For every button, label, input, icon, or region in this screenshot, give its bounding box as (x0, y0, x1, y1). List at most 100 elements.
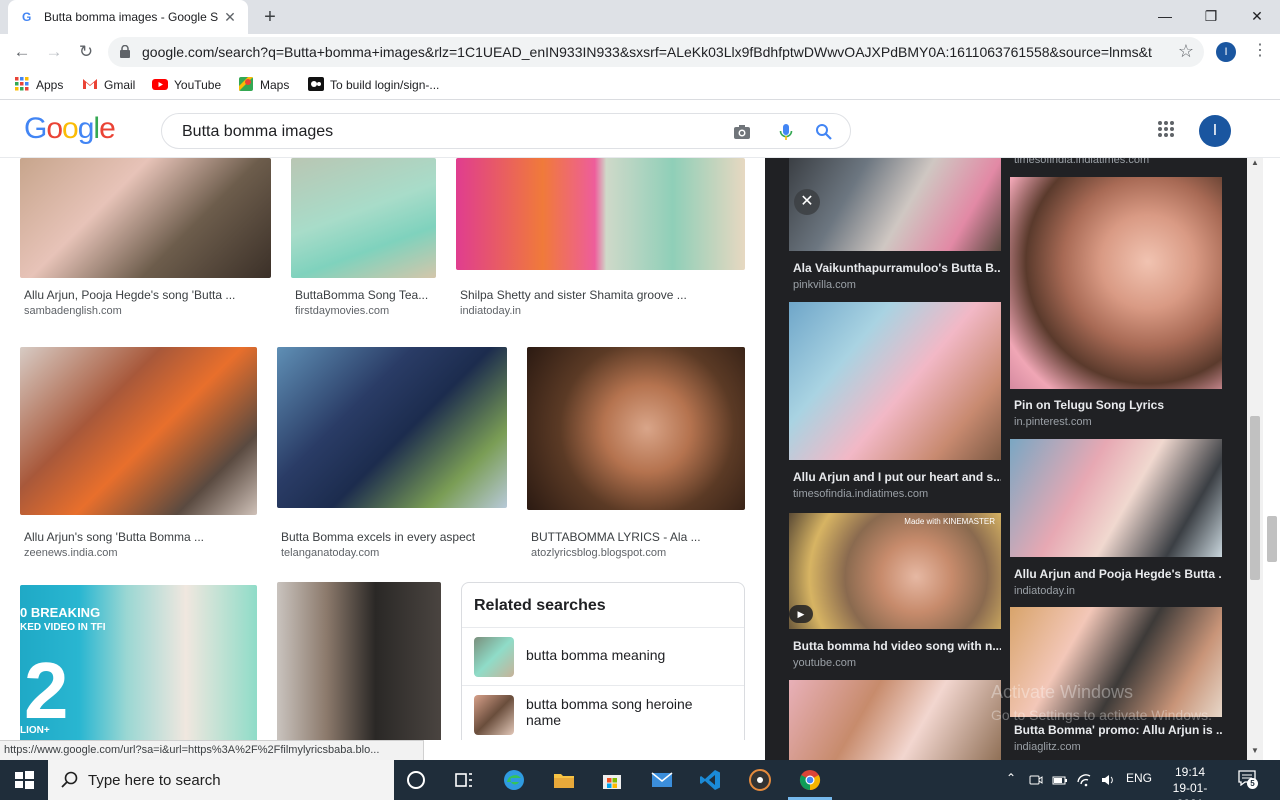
result-title[interactable]: Allu Arjun, Pooja Hegde's song 'Butta ..… (24, 288, 264, 302)
search-input[interactable]: Butta bomma images (182, 123, 333, 141)
bookmark-apps[interactable]: Apps (14, 76, 63, 94)
panel-scrollbar[interactable]: ▲ ▼ (1247, 158, 1263, 760)
related-search-text[interactable]: butta bomma song heroine name (526, 696, 726, 728)
result-source: firstdaymovies.com (295, 305, 390, 317)
tab-close-icon[interactable]: ✕ (222, 9, 238, 25)
related-search-item[interactable]: butta bomma song heroine name (462, 685, 744, 740)
page-scrollbar-thumb[interactable] (1267, 516, 1277, 562)
related-thumbnail (474, 695, 514, 735)
reload-icon[interactable]: ↻ (74, 40, 98, 64)
windows-start-icon[interactable] (12, 768, 36, 792)
microsoft-store-icon[interactable] (600, 768, 624, 792)
related-search-item[interactable]: butta bomma meaning (462, 627, 744, 685)
media-player-icon[interactable] (748, 768, 772, 792)
close-preview-icon[interactable]: ✕ (794, 189, 820, 215)
related-image-title[interactable]: Ala Vaikunthapurramuloo's Butta B... (793, 261, 1001, 275)
notification-center-icon[interactable]: 5 (1238, 770, 1258, 790)
bookmark-youtube[interactable]: YouTube (152, 76, 221, 94)
page-scrollbar[interactable] (1265, 158, 1280, 760)
panel-scrollbar-thumb[interactable] (1250, 416, 1260, 580)
play-video-icon[interactable]: ▶ (789, 605, 813, 623)
meet-now-icon[interactable] (1028, 772, 1044, 788)
result-thumbnail[interactable] (456, 158, 745, 270)
window-close-button[interactable]: ✕ (1234, 4, 1280, 28)
bookmark-maps[interactable]: Maps (238, 76, 289, 94)
browser-tab[interactable]: G Butta bomma images - Google S ✕ (8, 0, 248, 34)
bookmark-youtube-label: YouTube (174, 78, 222, 92)
bookmark-apps-label: Apps (36, 78, 64, 92)
camera-icon[interactable] (732, 122, 752, 142)
back-arrow-icon[interactable]: ← (10, 40, 34, 64)
bookmark-maps-label: Maps (260, 78, 290, 92)
related-image-thumbnail[interactable] (789, 680, 1001, 760)
google-logo[interactable]: Google (24, 112, 116, 146)
language-indicator[interactable]: ENG (1126, 771, 1152, 785)
related-image-thumbnail[interactable] (789, 158, 1001, 251)
bookmark-gmail[interactable]: Gmail (82, 76, 135, 94)
url-text: google.com/search?q=Butta+bomma+images&r… (142, 44, 1152, 60)
mail-icon[interactable] (650, 768, 674, 792)
related-image-source: indiatoday.in (1014, 585, 1075, 597)
related-image-thumbnail[interactable]: Made with KINEMASTER (789, 513, 1001, 629)
address-bar[interactable]: google.com/search?q=Butta+bomma+images&r… (108, 37, 1204, 67)
volume-icon[interactable] (1100, 772, 1116, 788)
related-search-text[interactable]: butta bomma meaning (526, 647, 726, 663)
result-title[interactable]: Shilpa Shetty and sister Shamita groove … (460, 288, 745, 302)
forward-arrow-icon[interactable]: → (42, 40, 66, 64)
search-icon[interactable] (814, 122, 834, 142)
vscode-icon[interactable] (698, 768, 722, 792)
overlay-number-text: 2 (24, 646, 69, 735)
related-image-title[interactable]: Pin on Telugu Song Lyrics (1014, 398, 1222, 412)
taskbar-clock[interactable]: 19:14 19-01-2021 (1162, 764, 1218, 800)
result-title[interactable]: Allu Arjun's song 'Butta Bomma ... (24, 530, 254, 544)
overlay-breaking-text: 0 BREAKING (20, 605, 101, 620)
bookmark-star-icon[interactable]: ☆ (1178, 41, 1194, 62)
task-view-icon[interactable] (452, 768, 476, 792)
chrome-icon[interactable] (798, 768, 822, 792)
result-thumbnail[interactable] (277, 347, 507, 508)
tray-chevron-icon[interactable]: ⌃ (1006, 771, 1016, 785)
result-title[interactable]: BUTTABOMMA LYRICS - Ala ... (531, 530, 745, 544)
result-title[interactable]: Butta Bomma excels in every aspect (281, 530, 507, 544)
youtube-icon (152, 79, 168, 90)
result-source: sambadenglish.com (24, 305, 122, 317)
result-title[interactable]: ButtaBomma Song Tea... (295, 288, 435, 302)
browser-profile-avatar[interactable]: I (1216, 42, 1236, 62)
taskbar-search-icon (61, 771, 78, 788)
related-image-thumbnail[interactable] (1010, 177, 1222, 389)
cortana-icon[interactable] (404, 768, 428, 792)
restore-button[interactable]: ❐ (1188, 4, 1234, 28)
result-thumbnail[interactable] (527, 347, 745, 510)
related-image-title[interactable]: Butta Bomma' promo: Allu Arjun is ... (1014, 723, 1222, 737)
minimize-button[interactable]: — (1142, 4, 1188, 28)
related-image-title[interactable]: Allu Arjun and Pooja Hegde's Butta ... (1014, 567, 1222, 581)
result-thumbnail[interactable] (20, 347, 257, 515)
browser-toolbar: ← → ↻ google.com/search?q=Butta+bomma+im… (0, 34, 1280, 70)
scroll-up-arrow-icon[interactable]: ▲ (1247, 158, 1263, 172)
taskbar-search-box[interactable]: Type here to search (48, 760, 394, 800)
browser-menu-icon[interactable]: ⋮ (1252, 40, 1268, 60)
related-image-thumbnail[interactable] (1010, 439, 1222, 557)
result-thumbnail[interactable] (20, 158, 271, 278)
related-image-thumbnail[interactable] (789, 302, 1001, 460)
bookmark-gmail-label: Gmail (104, 78, 136, 92)
battery-icon[interactable] (1052, 772, 1068, 788)
result-thumbnail[interactable] (277, 582, 441, 740)
google-apps-icon[interactable] (1157, 120, 1175, 138)
related-image-title[interactable]: Allu Arjun and I put our heart and s... (793, 470, 1001, 484)
related-image-source: indiaglitz.com (1014, 741, 1081, 753)
result-thumbnail[interactable]: 0 BREAKING KED VIDEO IN TFI 2 LION+ (20, 585, 257, 740)
result-thumbnail[interactable] (291, 158, 436, 278)
microphone-icon[interactable] (776, 122, 796, 142)
file-explorer-icon[interactable] (552, 768, 576, 792)
bookmark-login[interactable]: To build login/sign-... (308, 76, 439, 94)
search-box[interactable]: Butta bomma images (161, 113, 851, 149)
wifi-icon[interactable] (1076, 772, 1092, 788)
new-tab-button[interactable]: + (258, 6, 282, 30)
related-image-title[interactable]: Butta bomma hd video song with n... (793, 639, 1001, 653)
edge-browser-icon[interactable] (502, 768, 526, 792)
scroll-down-arrow-icon[interactable]: ▼ (1247, 746, 1263, 760)
result-source: telanganatoday.com (281, 547, 380, 559)
google-account-avatar[interactable]: I (1199, 115, 1231, 147)
related-thumbnail (474, 637, 514, 677)
